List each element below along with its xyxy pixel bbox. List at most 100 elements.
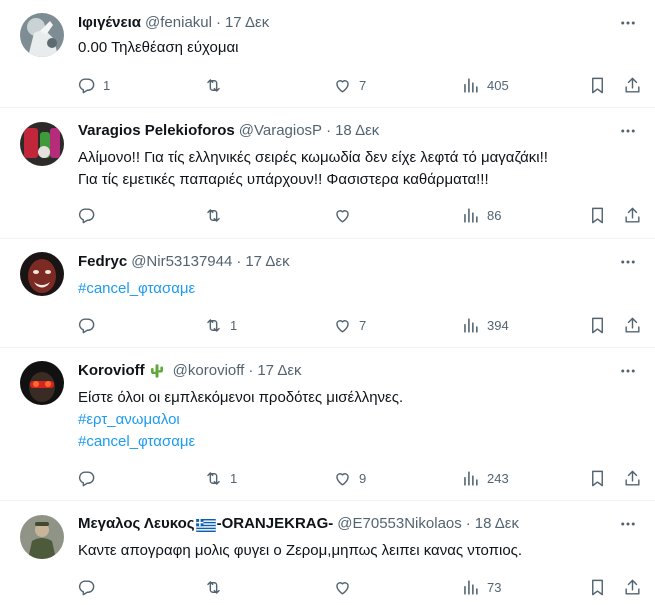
tweet-text-line: Αλίμονο!! Για τίς ελληνικές σειρές κωμωδ… — [78, 149, 548, 166]
user-handle[interactable]: @VaragiosP — [239, 121, 322, 141]
views-icon — [464, 207, 478, 223]
share-icon — [625, 77, 640, 93]
retweet-icon — [207, 471, 220, 485]
share-button[interactable] — [623, 203, 642, 227]
like-count: 7 — [359, 317, 367, 333]
avatar[interactable] — [20, 361, 64, 405]
views-button[interactable]: 73 — [461, 575, 501, 599]
separator: · — [248, 362, 254, 379]
views-button[interactable]: 243 — [461, 466, 509, 490]
timestamp[interactable]: 17 Δεκ — [225, 13, 269, 33]
separator: · — [236, 253, 242, 270]
user-handle[interactable]: @feniakul — [145, 13, 212, 33]
display-name[interactable]: Korovioff — [78, 361, 145, 381]
tweet-text-line: Καντε απογραφη μολις φυγει ο Ζερομ,μηπως… — [78, 542, 523, 559]
reply-icon — [78, 579, 95, 595]
views-button[interactable]: 394 — [461, 313, 509, 337]
display-name[interactable]: Fedryc — [78, 252, 127, 272]
views-button[interactable]: 405 — [461, 73, 509, 97]
reply-icon — [78, 207, 95, 223]
bookmark-icon — [592, 317, 603, 333]
display-name-suffix[interactable]: -ORANJEKRAG- — [217, 514, 334, 534]
like-button[interactable]: 7 — [333, 313, 366, 337]
retweet-button[interactable]: 1 — [204, 466, 237, 490]
share-icon — [625, 207, 640, 223]
like-icon — [336, 581, 349, 595]
retweet-button[interactable] — [204, 203, 223, 227]
retweet-button[interactable] — [204, 73, 223, 97]
user-handle[interactable]: @korovioff — [173, 361, 245, 381]
tweet-card[interactable]: Korovioff @korovioff · 17 Δεκ Είστε όλοι… — [0, 348, 655, 501]
like-count: 9 — [359, 470, 367, 486]
reply-button[interactable]: 1 — [77, 73, 110, 97]
display-name[interactable]: Varagios Pelekioforos — [78, 121, 235, 141]
tweet-card[interactable]: Μεγαλος Λευκος -ORANJEKRAG- @E70553Nikol… — [0, 501, 655, 605]
share-button[interactable] — [623, 466, 642, 490]
tweet-card[interactable]: Ιφιγένεια @feniakul · 17 Δεκ 0.00 Τηλεθέ… — [0, 0, 655, 108]
timestamp[interactable]: 17 Δεκ — [245, 252, 289, 272]
tweet-header: Fedryc @Nir53137944 · 17 Δεκ — [78, 252, 290, 272]
hashtag-link[interactable]: #cancel_φτασαμε — [78, 278, 638, 300]
tweet-card[interactable]: Fedryc @Nir53137944 · 17 Δεκ #cancel_φτα… — [0, 239, 655, 348]
greek-flag-icon — [195, 518, 216, 532]
share-button[interactable] — [623, 313, 642, 337]
action-bar: 86 — [0, 203, 655, 227]
share-icon — [625, 317, 640, 333]
reply-icon — [78, 317, 95, 333]
timestamp[interactable]: 18 Δεκ — [475, 514, 519, 534]
views-button[interactable]: 86 — [461, 203, 501, 227]
tweet-feed: Ιφιγένεια @feniakul · 17 Δεκ 0.00 Τηλεθέ… — [0, 0, 655, 605]
like-button[interactable]: 7 — [333, 73, 366, 97]
tweet-text: Καντε απογραφη μολις φυγει ο Ζερομ,μηπως… — [78, 540, 638, 562]
share-button[interactable] — [623, 73, 642, 97]
hashtag-link[interactable]: #ερτ_ανωμαλοι — [78, 409, 638, 431]
timestamp[interactable]: 18 Δεκ — [335, 121, 379, 141]
like-icon — [336, 79, 349, 93]
bookmark-button[interactable] — [588, 575, 607, 599]
more-icon[interactable] — [615, 118, 641, 144]
user-handle[interactable]: @E70553Nikolaos — [337, 514, 461, 534]
bookmark-button[interactable] — [588, 313, 607, 337]
reply-button[interactable] — [77, 575, 96, 599]
avatar[interactable] — [20, 252, 64, 296]
bookmark-button[interactable] — [588, 466, 607, 490]
views-icon — [464, 77, 478, 93]
tweet-text-line: 0.00 Τηλεθέαση εύχομαι — [78, 39, 239, 56]
retweet-button[interactable] — [204, 575, 223, 599]
more-icon[interactable] — [615, 249, 641, 275]
like-button[interactable] — [333, 203, 352, 227]
display-name[interactable]: Ιφιγένεια — [78, 13, 141, 33]
avatar[interactable] — [20, 13, 64, 57]
retweet-icon — [207, 318, 220, 332]
retweet-icon — [207, 580, 220, 594]
reply-button[interactable] — [77, 466, 96, 490]
avatar[interactable] — [20, 122, 64, 166]
reply-button[interactable] — [77, 203, 96, 227]
separator: · — [326, 122, 332, 139]
hashtag-link[interactable]: #cancel_φτασαμε — [78, 431, 638, 453]
tweet-text: #cancel_φτασαμε — [78, 278, 638, 300]
bookmark-button[interactable] — [588, 73, 607, 97]
like-button[interactable]: 9 — [333, 466, 366, 490]
more-icon[interactable] — [615, 358, 641, 384]
cactus-icon — [148, 362, 166, 380]
views-icon — [464, 470, 478, 486]
like-icon — [336, 209, 349, 223]
view-count: 243 — [487, 470, 509, 486]
like-button[interactable] — [333, 575, 352, 599]
retweet-button[interactable]: 1 — [204, 313, 237, 337]
reply-button[interactable] — [77, 313, 96, 337]
tweet-header: Korovioff @korovioff · 17 Δεκ — [78, 361, 302, 381]
reply-icon — [78, 470, 95, 486]
retweet-icon — [207, 208, 220, 222]
bookmark-button[interactable] — [588, 203, 607, 227]
avatar[interactable] — [20, 515, 64, 559]
user-handle[interactable]: @Nir53137944 — [131, 252, 232, 272]
display-name[interactable]: Μεγαλος Λευκος — [78, 514, 195, 534]
bookmark-icon — [592, 207, 603, 223]
more-icon[interactable] — [615, 511, 641, 537]
more-icon[interactable] — [615, 10, 641, 36]
tweet-card[interactable]: Varagios Pelekioforos @VaragiosP · 18 Δε… — [0, 108, 655, 239]
timestamp[interactable]: 17 Δεκ — [257, 361, 301, 381]
share-button[interactable] — [623, 575, 642, 599]
